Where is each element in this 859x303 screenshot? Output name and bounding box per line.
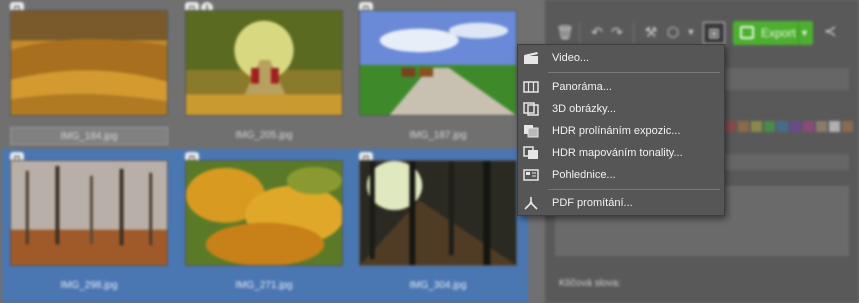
export-dropdown-arrow[interactable]: ▼ [798, 21, 810, 45]
chevron-down-icon[interactable]: ▼ [681, 22, 701, 42]
postcard-icon [523, 169, 539, 181]
menu-item-label: HDR mapováním tonality... [552, 147, 683, 159]
thumbnail-image [10, 160, 168, 266]
create-dropdown-menu: Video... Panoráma... 3D obrázky... HDR p… [517, 44, 725, 216]
thumbnail-name: IMG_304.jpg [409, 280, 467, 291]
3d-images-icon [523, 102, 539, 116]
hdr-exposure-blend-icon [524, 125, 539, 138]
toolbar-divider [633, 22, 634, 44]
eraser-icon[interactable]: ⬡ [663, 22, 683, 42]
menu-item-postcard[interactable]: Pohlednice... [518, 164, 724, 186]
rotate-right-icon[interactable]: ↷ [607, 22, 627, 42]
export-icon [740, 26, 754, 39]
color-swatch[interactable] [777, 121, 788, 132]
color-swatch[interactable] [764, 121, 775, 132]
wrench-icon[interactable]: ⚒ [641, 22, 661, 42]
thumbnail-item[interactable]: ◘ i IMG_205.jpg [177, 0, 349, 145]
rotate-left-icon[interactable]: ↶ [587, 22, 607, 42]
thumbnail-item[interactable]: ◘ IMG_184.jpg [2, 0, 174, 145]
thumbnail-image [185, 160, 343, 266]
thumbnail-name: IMG_298.jpg [60, 280, 118, 291]
color-swatch[interactable] [842, 121, 853, 132]
color-label-swatches [725, 119, 855, 132]
thumbnail-image [359, 160, 517, 266]
menu-item-pdf-slideshow[interactable]: PDF promítání... [518, 192, 724, 214]
keywords-label: Klíčová slova: [559, 278, 621, 289]
app-window: ◘ IMG_184.jpg ◘ i IMG_205.jpg ◘ IMG_187.… [0, 0, 859, 303]
menu-item-video[interactable]: Video... [518, 47, 724, 69]
export-button[interactable]: Export ▼ [733, 21, 813, 45]
thumbnail-item[interactable]: ◘ IMG_271.jpg [177, 150, 349, 295]
photo-gallery: ◘ IMG_184.jpg ◘ i IMG_205.jpg ◘ IMG_187.… [0, 0, 545, 303]
menu-item-label: Panoráma... [552, 81, 612, 93]
pdf-slideshow-icon [524, 197, 538, 210]
share-icon[interactable]: ≺ [820, 22, 840, 42]
thumbnail-image [359, 10, 517, 116]
thumbnail-name: IMG_271.jpg [235, 280, 293, 291]
menu-item-label: PDF promítání... [552, 197, 633, 209]
color-swatch[interactable] [738, 121, 749, 132]
menu-item-label: Pohlednice... [552, 169, 616, 181]
color-swatch[interactable] [725, 121, 736, 132]
color-swatch[interactable] [751, 121, 762, 132]
menu-item-label: HDR prolínáním expozic... [552, 125, 681, 137]
thumbnail-image [185, 10, 343, 116]
color-swatch[interactable] [816, 121, 827, 132]
export-button-label: Export [761, 26, 796, 40]
thumbnail-item[interactable]: ◘ IMG_304.jpg [351, 150, 523, 295]
menu-item-panorama[interactable]: Panoráma... [518, 76, 724, 98]
hdr-tone-mapping-icon [523, 146, 538, 159]
menu-item-hdr-blend[interactable]: HDR prolínáním expozic... [518, 120, 724, 142]
color-swatch[interactable] [829, 121, 840, 132]
color-swatch[interactable] [790, 121, 801, 132]
thumbnail-image [10, 10, 168, 116]
trash-icon[interactable]: 🗑 [555, 22, 575, 42]
thumbnail-item[interactable]: ◘ IMG_187.jpg [351, 0, 523, 145]
menu-separator [548, 72, 720, 73]
video-clapper-icon [524, 52, 538, 64]
thumbnail-name: IMG_205.jpg [235, 130, 293, 141]
menu-item-label: 3D obrázky... [552, 103, 616, 115]
panorama-icon [523, 81, 539, 93]
add-composite-icon[interactable]: ⊞ [703, 22, 725, 44]
thumbnail-name: IMG_187.jpg [409, 130, 467, 141]
color-swatch[interactable] [803, 121, 814, 132]
thumbnail-name: IMG_184.jpg [10, 127, 168, 145]
menu-item-label: Video... [552, 52, 590, 64]
menu-item-hdr-tone[interactable]: HDR mapováním tonality... [518, 142, 724, 164]
thumbnail-item[interactable]: ◘ IMG_298.jpg [2, 150, 174, 295]
toolbar-divider [579, 22, 580, 44]
menu-separator [548, 189, 720, 190]
menu-item-3d-images[interactable]: 3D obrázky... [518, 98, 724, 120]
